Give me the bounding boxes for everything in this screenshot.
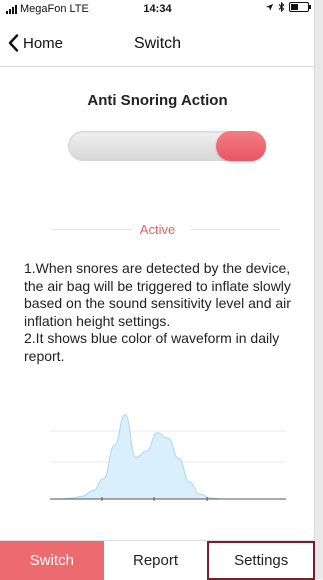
description: 1.When snores are detected by the device… — [24, 260, 296, 365]
tab-switch[interactable]: Switch — [0, 541, 104, 580]
tab-settings[interactable]: Settings — [207, 541, 316, 580]
waveform-chart — [50, 413, 286, 501]
bluetooth-icon — [278, 2, 285, 12]
page-title: Switch — [133, 35, 182, 52]
status-bar: MegaFon LTE 14:34 — [0, 0, 315, 18]
waveform-area — [50, 413, 286, 500]
description-line-1: 1.When snores are detected by the device… — [24, 260, 291, 329]
tab-bar: Switch Report Settings — [0, 540, 316, 580]
description-line-2: 2.It shows blue color of waveform in dai… — [24, 330, 280, 364]
status-divider: Active — [0, 220, 315, 240]
anti-snoring-toggle[interactable] — [68, 131, 266, 161]
status-icons — [265, 2, 311, 12]
location-arrow-icon — [265, 3, 274, 11]
divider-line-right — [190, 229, 280, 230]
toggle-knob[interactable] — [216, 131, 266, 161]
navigation-bar: Home Switch — [0, 22, 315, 67]
tab-report[interactable]: Report — [103, 541, 208, 580]
battery-icon — [289, 2, 311, 12]
phone-screen: MegaFon LTE 14:34 Home Switch Anti Snori… — [0, 0, 323, 580]
section-title: Anti Snoring Action — [87, 92, 228, 109]
